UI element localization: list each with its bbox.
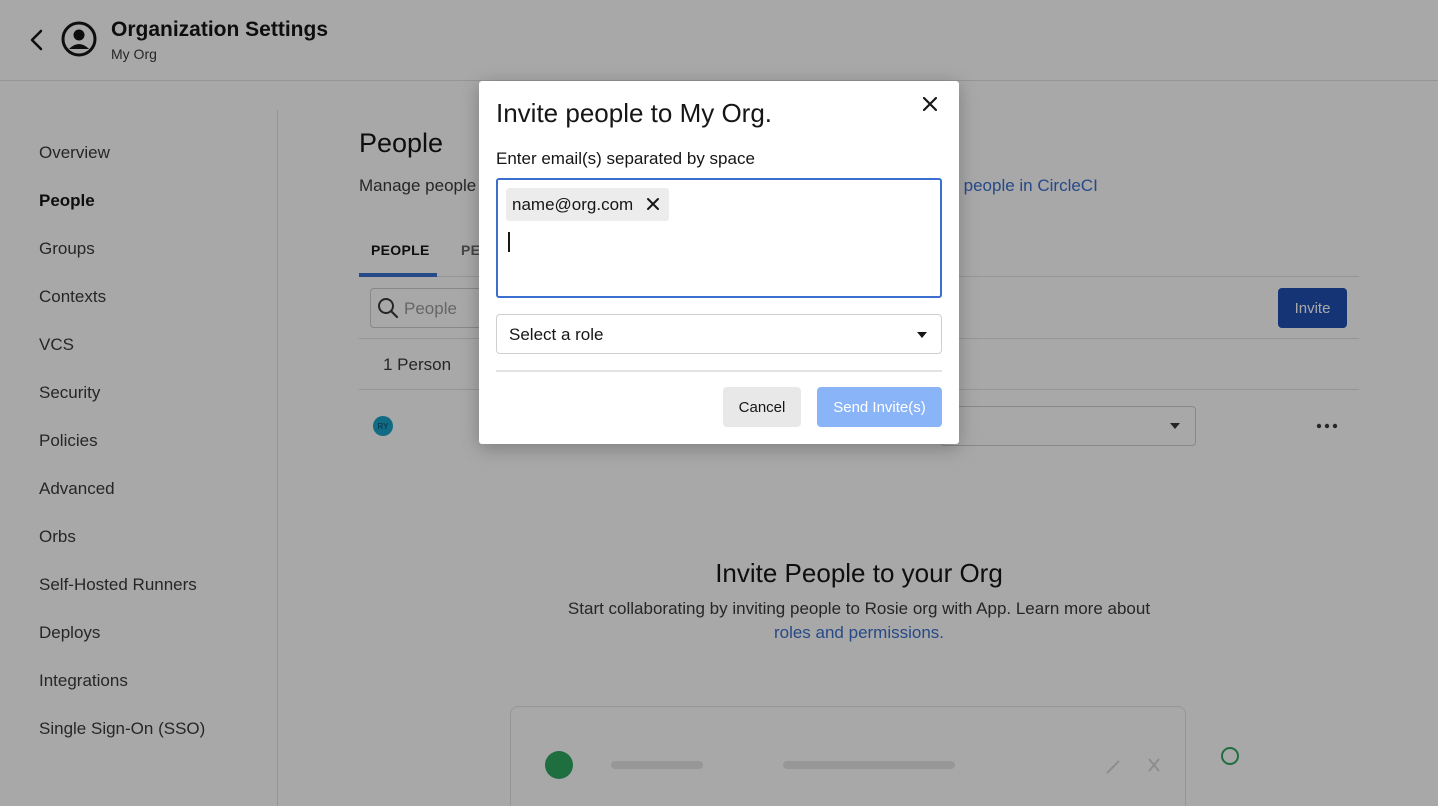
modal-title: Invite people to My Org. xyxy=(496,98,773,128)
email-chip: name@org.com xyxy=(506,188,670,221)
close-icon xyxy=(922,96,938,112)
email-field[interactable]: name@org.com xyxy=(496,178,942,298)
cancel-button[interactable]: Cancel xyxy=(723,387,801,427)
chevron-down-icon xyxy=(917,332,927,338)
send-invites-button[interactable]: Send Invite(s) xyxy=(817,387,942,427)
email-field-label: Enter email(s) separated by space xyxy=(496,149,755,168)
close-button[interactable] xyxy=(919,93,941,115)
role-select-value: Select a role xyxy=(509,325,604,344)
text-cursor xyxy=(508,232,510,252)
email-chip-label: name@org.com xyxy=(512,194,634,214)
invite-modal: Invite people to My Org. Enter email(s) … xyxy=(479,81,959,444)
remove-chip-icon[interactable] xyxy=(645,196,661,212)
modal-divider xyxy=(496,370,942,372)
role-select[interactable]: Select a role xyxy=(496,314,942,354)
